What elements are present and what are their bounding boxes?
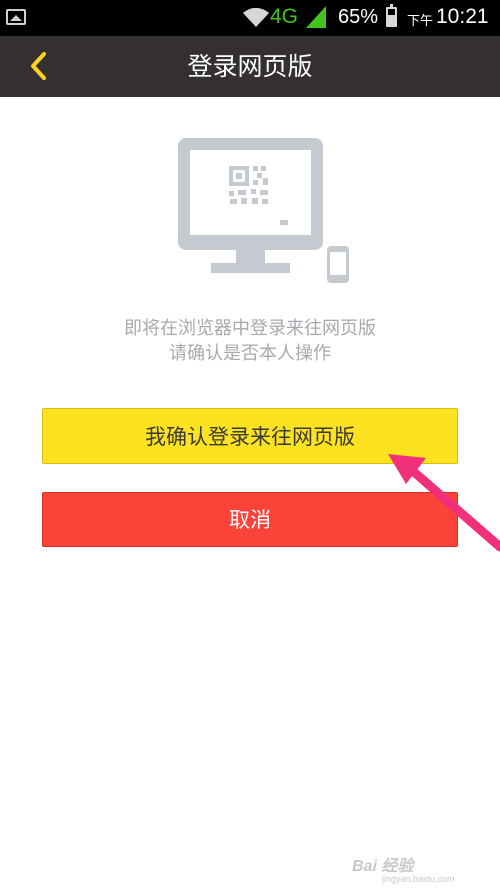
watermark-text: Bai 经验 [352,858,414,875]
battery-percent: 65% [338,6,379,28]
watermark-url: jingyan.baidu.com [382,874,455,884]
smartphone-icon [327,246,349,283]
monitor-icon [178,138,323,273]
nav-bar: 登录网页版 [0,36,500,97]
prompt-line-2: 请确认是否本人操作 [169,343,331,364]
prompt-line-1: 即将在浏览器中登录来往网页版 [124,318,376,339]
baidu-jingyan-watermark: Bai 经验 jingyan.baidu.com [352,852,455,884]
signal-strength-icon [306,6,326,28]
wifi-icon [243,7,269,27]
am-pm-label: 下午 [407,14,434,29]
login-confirm-prompt: 即将在浏览器中登录来往网页版 请确认是否本人操作 [0,316,500,366]
qr-login-illustration [178,138,349,283]
battery-icon [386,4,397,27]
annotation-arrow-icon [388,454,500,552]
page-title: 登录网页版 [187,52,313,81]
clock-time: 10:21 [436,5,489,28]
status-bar: 4G 65% 下午 10:21 [0,0,500,36]
gallery-notification-icon [6,9,26,25]
back-chevron-icon[interactable] [20,46,60,86]
network-type-label: 4G [270,5,299,28]
